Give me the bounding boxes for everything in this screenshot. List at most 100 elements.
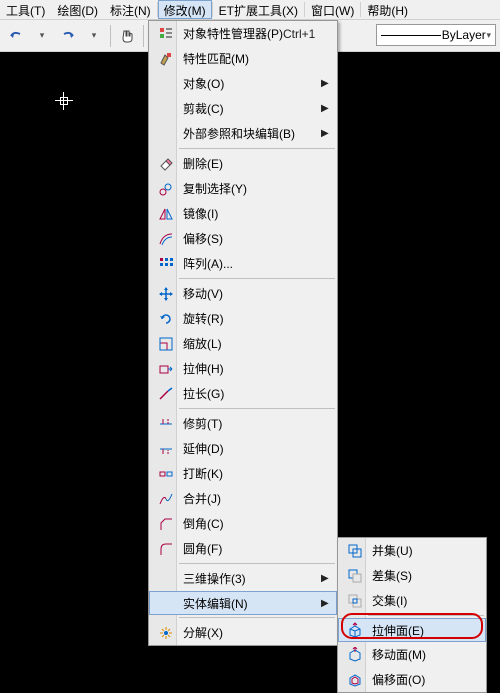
menu-label: 移动(V): [179, 285, 333, 302]
menu-separator: [368, 615, 484, 616]
menu-item-match[interactable]: 特性匹配(M): [149, 46, 337, 71]
menu-dim[interactable]: 标注(N): [104, 0, 157, 19]
menu-item-stretch[interactable]: 拉伸(H): [149, 356, 337, 381]
menu-label: 特性匹配(M): [179, 50, 333, 67]
menu-separator: [179, 563, 335, 564]
redo-button[interactable]: [56, 24, 80, 48]
erase-icon: [158, 156, 174, 172]
dropdown-chevron-icon[interactable]: ▾: [82, 24, 106, 48]
menu-item-chamfer[interactable]: 倒角(C): [149, 511, 337, 536]
submenu-arrow-icon: ▶: [321, 573, 333, 584]
array-icon: [158, 256, 174, 272]
menu-help[interactable]: 帮助(H): [361, 0, 414, 19]
linetype-bylayer-dropdown[interactable]: ByLayer ▾: [376, 24, 496, 46]
menu-item-xref[interactable]: 外部参照和块编辑(B) ▶: [149, 121, 337, 146]
menu-item-scale[interactable]: 缩放(L): [149, 331, 337, 356]
intersect-icon: [347, 593, 363, 609]
mirror-icon: [158, 206, 174, 222]
menu-label: 交集(I): [368, 592, 482, 609]
submenu-arrow-icon: ▶: [321, 103, 333, 114]
menu-item-solidedit[interactable]: 实体编辑(N) ▶: [149, 591, 337, 615]
menu-label: 剪裁(C): [179, 100, 321, 117]
fillet-icon: [158, 541, 174, 557]
menu-label: 偏移面(O): [368, 671, 482, 688]
menu-label: 对象特性管理器(P): [179, 25, 283, 42]
menu-label: 删除(E): [179, 155, 333, 172]
menu-item-move[interactable]: 移动(V): [149, 281, 337, 306]
menu-label: 移动面(M): [368, 646, 482, 663]
menu-label: 修剪(T): [179, 415, 333, 432]
move-face-icon: [347, 647, 363, 663]
submenu-item-moveface[interactable]: 移动面(M): [338, 642, 486, 667]
explode-icon: [158, 625, 174, 641]
menu-label: 圆角(F): [179, 540, 333, 557]
menu-item-mirror[interactable]: 镜像(I): [149, 201, 337, 226]
menu-item-copy[interactable]: 复制选择(Y): [149, 176, 337, 201]
menu-item-erase[interactable]: 删除(E): [149, 151, 337, 176]
submenu-item-intersect[interactable]: 交集(I): [338, 588, 486, 613]
menu-item-trim[interactable]: 修剪(T): [149, 411, 337, 436]
crosshair-cursor-icon: [55, 92, 73, 110]
menu-label: 旋转(R): [179, 310, 333, 327]
toolbar-divider: [143, 25, 144, 47]
menu-label: 阵列(A)...: [179, 255, 333, 272]
menu-separator: [179, 617, 335, 618]
menu-label: 偏移(S): [179, 230, 333, 247]
menu-tools[interactable]: 工具(T): [0, 0, 51, 19]
undo-button[interactable]: [4, 24, 28, 48]
properties-icon: [158, 26, 174, 42]
dropdown-chevron-icon[interactable]: ▾: [30, 24, 54, 48]
rotate-icon: [158, 311, 174, 327]
menu-item-lengthen[interactable]: 拉长(G): [149, 381, 337, 406]
offset-icon: [158, 231, 174, 247]
menu-item-explode[interactable]: 分解(X): [149, 620, 337, 645]
menu-label: 倒角(C): [179, 515, 333, 532]
menu-label: 打断(K): [179, 465, 333, 482]
menu-item-extend[interactable]: 延伸(D): [149, 436, 337, 461]
solidedit-submenu: 并集(U) 差集(S) 交集(I) 拉伸面(E) 移动面(M) 偏移面(O): [337, 537, 487, 693]
menu-item-break[interactable]: 打断(K): [149, 461, 337, 486]
menu-item-clip[interactable]: 剪裁(C) ▶: [149, 96, 337, 121]
menu-draw[interactable]: 绘图(D): [51, 0, 104, 19]
extrude-face-icon: [347, 622, 363, 638]
menu-item-rotate[interactable]: 旋转(R): [149, 306, 337, 331]
menu-separator: [179, 278, 335, 279]
menu-item-3dops[interactable]: 三维操作(3) ▶: [149, 566, 337, 591]
menu-item-object[interactable]: 对象(O) ▶: [149, 71, 337, 96]
bylayer-label: ByLayer: [442, 28, 486, 42]
menu-et[interactable]: ET扩展工具(X): [213, 0, 304, 19]
menu-separator: [179, 408, 335, 409]
menu-label: 并集(U): [368, 542, 482, 559]
chevron-down-icon: ▾: [486, 30, 491, 41]
menu-window[interactable]: 窗口(W): [305, 0, 360, 19]
trim-icon: [158, 416, 174, 432]
menu-item-offset[interactable]: 偏移(S): [149, 226, 337, 251]
submenu-item-offsetface[interactable]: 偏移面(O): [338, 667, 486, 692]
extend-icon: [158, 441, 174, 457]
menu-item-array[interactable]: 阵列(A)...: [149, 251, 337, 276]
menu-label: 分解(X): [179, 624, 333, 641]
submenu-item-subtract[interactable]: 差集(S): [338, 563, 486, 588]
menu-modify[interactable]: 修改(M): [158, 0, 212, 19]
modify-menu: 对象特性管理器(P) Ctrl+1 特性匹配(M) 对象(O) ▶ 剪裁(C) …: [148, 20, 338, 646]
offset-face-icon: [347, 672, 363, 688]
copy-icon: [158, 181, 174, 197]
pan-button[interactable]: [115, 24, 139, 48]
menu-label: 拉伸(H): [179, 360, 333, 377]
menu-item-join[interactable]: 合并(J): [149, 486, 337, 511]
match-properties-icon: [158, 51, 174, 67]
stretch-icon: [158, 361, 174, 377]
chamfer-icon: [158, 516, 174, 532]
submenu-item-extrudeface[interactable]: 拉伸面(E): [338, 618, 486, 642]
line-sample-icon: [381, 35, 441, 36]
menu-label: 拉伸面(E): [368, 622, 482, 639]
menu-label: 对象(O): [179, 75, 321, 92]
menu-label: 三维操作(3): [179, 570, 321, 587]
menu-item-fillet[interactable]: 圆角(F): [149, 536, 337, 561]
subtract-icon: [347, 568, 363, 584]
submenu-item-union[interactable]: 并集(U): [338, 538, 486, 563]
menu-item-properties[interactable]: 对象特性管理器(P) Ctrl+1: [149, 21, 337, 46]
scale-icon: [158, 336, 174, 352]
menu-label: 合并(J): [179, 490, 333, 507]
menu-label: 复制选择(Y): [179, 180, 333, 197]
